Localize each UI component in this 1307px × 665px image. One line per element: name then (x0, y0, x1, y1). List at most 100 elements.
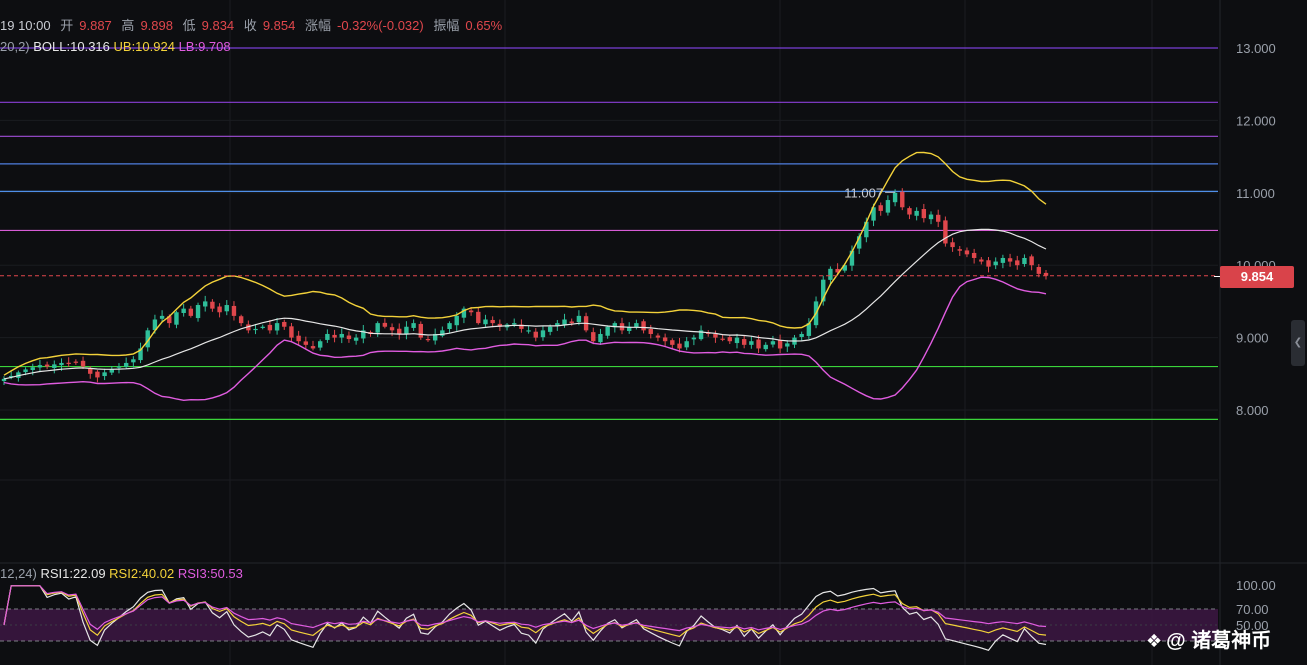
candle-body (785, 343, 790, 347)
candle-body (30, 367, 35, 371)
high-label: 高 (121, 18, 135, 33)
candle-body (770, 341, 776, 345)
boll-upper-line (3, 151, 1047, 376)
candle-body (217, 306, 222, 313)
candle-body (634, 323, 639, 327)
candle-body (73, 361, 79, 363)
change-label: 涨幅 (304, 18, 331, 33)
candle-body (282, 321, 287, 327)
candle-body (468, 310, 474, 313)
candle-body (339, 333, 344, 338)
boll-ub-value: UB:10.924 (113, 39, 175, 54)
candle-body (670, 340, 675, 345)
watermark-text: @ 诸葛神币 (1166, 630, 1272, 652)
candle-body (447, 323, 452, 330)
candle-body (303, 341, 309, 345)
candle-body (986, 260, 991, 267)
candle-body (648, 328, 653, 334)
candle-body (476, 311, 481, 324)
candle-body (231, 305, 237, 316)
candle-body (483, 319, 488, 325)
candle-body (44, 364, 50, 367)
candle-body (677, 343, 682, 349)
high-value: 9.898 (140, 18, 173, 33)
close-value: 9.854 (262, 18, 296, 33)
candle-body (907, 208, 912, 215)
bar-time: 19 10:00 (0, 18, 51, 33)
candle-body (210, 301, 215, 309)
candle-body (605, 326, 610, 336)
candle-body (296, 335, 301, 342)
candle-body (878, 205, 883, 211)
candle-body (174, 312, 179, 325)
candle-body (713, 334, 718, 338)
boll-legend: 20,2) BOLL:10.316 UB:10.924 LB:9.708 (0, 39, 231, 54)
candle-body (526, 330, 531, 332)
candle-body (224, 305, 229, 312)
candle-body (375, 323, 380, 333)
close-label: 收 (243, 18, 257, 33)
open-label: 开 (60, 18, 74, 33)
rsi-tick-label-0: 100.00 (1236, 578, 1276, 593)
candle-body (598, 333, 603, 343)
candle-body (195, 305, 201, 319)
candle-body (957, 249, 962, 251)
candle-body (993, 261, 998, 266)
open-value: 9.887 (79, 18, 112, 33)
candle-body (964, 250, 970, 255)
candle-body (576, 315, 582, 323)
boll-mid-line (3, 228, 1047, 380)
boll-mid-value: BOLL:10.316 (33, 39, 110, 54)
current-price-tag: 9.854 (1214, 266, 1294, 288)
candle-body (490, 319, 495, 324)
price-tick-label-5: 8.000 (1236, 403, 1269, 418)
candle-body (59, 362, 64, 366)
candle-body (346, 335, 352, 340)
candle-body (425, 339, 431, 341)
candle-body (562, 319, 567, 325)
price-tick-label-2: 11.000 (1236, 186, 1275, 201)
candle-body (777, 340, 783, 349)
candle-body (1029, 256, 1034, 266)
candle-body (885, 200, 891, 213)
candle-body (116, 366, 122, 368)
candle-body (979, 259, 984, 262)
candle-body (203, 301, 208, 307)
candle-body (418, 323, 423, 338)
candle-body (641, 321, 646, 331)
candle-body (928, 214, 934, 220)
candle-body (655, 335, 661, 338)
candle-body (1015, 260, 1020, 266)
candle-body (741, 339, 747, 345)
candle-body (936, 214, 941, 222)
rsi1-value: RSI1:22.09 (40, 566, 106, 581)
candle-body (892, 192, 898, 203)
candle-body (756, 339, 761, 349)
candle-body (727, 337, 733, 342)
candle-body (260, 326, 265, 328)
low-label: 低 (182, 18, 196, 33)
candle-body (454, 315, 459, 326)
candle-body (914, 210, 919, 216)
boll-lb-value: LB:9.708 (178, 39, 231, 54)
candle-body (317, 341, 323, 348)
candle-body (763, 344, 768, 350)
candle-body (23, 369, 28, 373)
price-tick-label-1: 12.000 (1236, 113, 1276, 128)
candle-body (159, 315, 165, 319)
candle-body (95, 371, 100, 378)
rsi-legend: 12,24) RSI1:22.09 RSI2:40.02 RSI3:50.53 (0, 566, 243, 581)
candle-body (662, 337, 668, 342)
candle-body (591, 332, 596, 342)
candle-body (684, 341, 689, 348)
candle-body (533, 331, 538, 338)
low-value: 9.834 (201, 18, 235, 33)
candle-body (828, 268, 833, 280)
candle-body (52, 364, 57, 369)
candle-body (131, 359, 136, 363)
candle-body (900, 191, 905, 208)
candle-body (325, 333, 330, 340)
chevron-left-icon[interactable]: ❮ (1291, 320, 1305, 366)
candle-body (66, 362, 71, 364)
price-tick-label-0: 13.000 (1236, 41, 1276, 56)
